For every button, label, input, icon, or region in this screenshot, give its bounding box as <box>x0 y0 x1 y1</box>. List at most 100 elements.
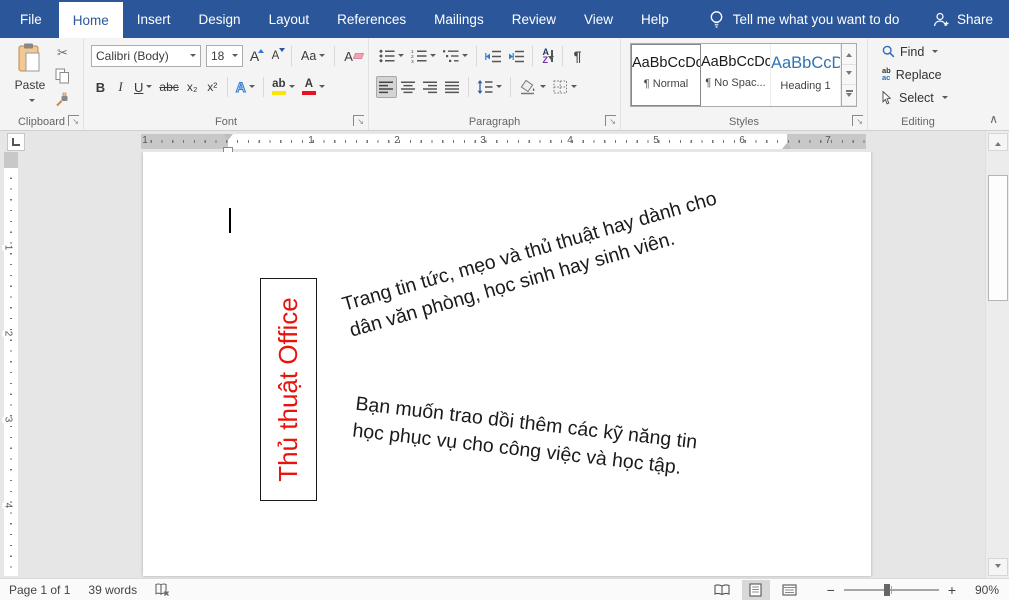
subscript-button[interactable]: x₂ <box>183 76 202 98</box>
styles-dialog-launcher[interactable]: ↘ <box>852 115 863 126</box>
line-spacing-icon <box>477 80 493 94</box>
cut-button[interactable]: ✂ <box>52 43 73 63</box>
font-size-combobox[interactable]: 18 <box>206 45 243 67</box>
collapse-ribbon-button[interactable]: ∧ <box>989 112 998 126</box>
strikethrough-button[interactable]: abc <box>156 76 181 98</box>
bullets-button[interactable] <box>376 45 407 67</box>
zoom-slider-thumb[interactable] <box>884 584 890 596</box>
styles-group: AaBbCcDc ¶ Normal AaBbCcDc ¶ No Spac... … <box>621 38 868 130</box>
styles-scroll-up-button[interactable] <box>842 44 856 65</box>
sort-button[interactable]: A Z <box>538 45 557 67</box>
horizontal-ruler[interactable]: 1 1 2 3 4 5 6 7 <box>141 134 866 149</box>
bold-button[interactable]: B <box>91 76 110 98</box>
rotated-paragraph-1[interactable]: Trang tin tức, mẹo và thủ thuật hay dành… <box>339 186 727 345</box>
decrease-indent-button[interactable] <box>482 45 504 67</box>
tab-stop-icon <box>12 138 20 146</box>
replace-button[interactable]: ab ac Replace <box>882 65 968 84</box>
tab-file[interactable]: File <box>3 0 59 38</box>
tab-insert[interactable]: Insert <box>123 0 185 38</box>
vertical-scrollbar[interactable] <box>985 131 1009 578</box>
shading-button[interactable] <box>516 76 549 98</box>
shading-dropdown-arrow <box>540 85 546 91</box>
document-page[interactable]: Thủ thuật Office Trang tin tức, mẹo và t… <box>143 152 871 576</box>
justify-button[interactable] <box>442 76 463 98</box>
zoom-in-button[interactable]: + <box>945 582 959 598</box>
find-button[interactable]: Find <box>882 42 968 61</box>
tab-view[interactable]: View <box>570 0 627 38</box>
line-spacing-dropdown-arrow <box>496 85 502 91</box>
select-button[interactable]: Select <box>882 88 968 107</box>
style-card-no-spacing[interactable]: AaBbCcDc ¶ No Spac... <box>701 44 771 106</box>
style-card-normal[interactable]: AaBbCcDc ¶ Normal <box>631 44 701 106</box>
font-name-combobox[interactable]: Calibri (Body) <box>91 45 201 67</box>
align-left-button[interactable] <box>376 76 397 98</box>
text-highlight-button[interactable]: ab <box>269 76 298 98</box>
zoom-level-label[interactable]: 90% <box>965 583 999 597</box>
paragraph-dialog-launcher[interactable]: ↘ <box>605 115 616 126</box>
vertical-text-box[interactable]: Thủ thuật Office <box>260 278 317 501</box>
read-mode-button[interactable] <box>708 580 736 600</box>
tab-layout[interactable]: Layout <box>255 0 324 38</box>
tab-references[interactable]: References <box>323 0 420 38</box>
paragraph-group-label: Paragraph <box>369 116 620 128</box>
editing-group: Find ab ac Replace Select Editing <box>868 38 968 130</box>
tab-mailings[interactable]: Mailings <box>420 0 498 38</box>
text-effects-button[interactable]: A <box>233 76 258 98</box>
print-layout-button[interactable] <box>742 580 770 600</box>
increase-indent-button[interactable] <box>505 45 527 67</box>
numbering-button[interactable]: 123 <box>408 45 439 67</box>
underline-button[interactable]: U <box>131 76 155 98</box>
styles-scroll-down-button[interactable] <box>842 65 856 86</box>
zoom-out-button[interactable]: − <box>824 582 838 598</box>
paste-clipboard-icon <box>16 43 44 75</box>
tab-review[interactable]: Review <box>498 0 570 38</box>
decrease-indent-icon <box>485 50 501 63</box>
styles-more-button[interactable] <box>842 85 856 106</box>
borders-button[interactable] <box>550 76 580 98</box>
share-button[interactable]: Share <box>933 0 993 38</box>
document-workspace: 1 2 3 4 Thủ thuật Office Trang tin tức, … <box>0 152 1009 578</box>
font-color-bar <box>302 91 316 95</box>
superscript-button[interactable]: x² <box>203 76 222 98</box>
tab-design[interactable]: Design <box>185 0 255 38</box>
tab-stop-selector-button[interactable] <box>7 133 25 151</box>
clipboard-dialog-launcher[interactable]: ↘ <box>68 115 79 126</box>
up-triangle-icon <box>258 46 264 53</box>
font-size-dropdown-arrow <box>232 54 238 60</box>
change-case-button[interactable]: Aa <box>298 45 328 67</box>
multilevel-list-button[interactable] <box>440 45 471 67</box>
scrollbar-down-button[interactable] <box>988 558 1008 576</box>
zoom-slider[interactable] <box>844 583 939 597</box>
tab-home[interactable]: Home <box>59 2 123 38</box>
shrink-font-button[interactable]: A <box>266 45 285 67</box>
italic-button[interactable]: I <box>111 76 130 98</box>
rotated-paragraph-2[interactable]: Bạn muốn trao dồi thêm các kỹ năng tin h… <box>351 391 699 484</box>
page-count-label[interactable]: Page 1 of 1 <box>0 583 79 597</box>
font-dialog-launcher[interactable]: ↘ <box>353 115 364 126</box>
tell-me-box[interactable]: Tell me what you want to do <box>709 0 900 38</box>
right-indent-marker[interactable] <box>782 138 792 149</box>
word-count-label[interactable]: 39 words <box>79 583 146 597</box>
align-center-button[interactable] <box>398 76 419 98</box>
first-line-indent-marker[interactable] <box>223 134 233 145</box>
format-painter-button[interactable] <box>52 89 73 109</box>
paste-button[interactable]: Paste <box>8 43 52 115</box>
copy-button[interactable] <box>52 66 73 86</box>
clear-formatting-button[interactable]: A <box>341 45 366 67</box>
select-label: Select <box>899 91 934 105</box>
line-spacing-button[interactable] <box>474 76 505 98</box>
scrollbar-thumb[interactable] <box>988 175 1008 301</box>
style-sample: AaBbCcDc <box>771 54 840 73</box>
tab-help[interactable]: Help <box>627 0 683 38</box>
font-color-button[interactable]: A <box>299 76 328 98</box>
align-right-button[interactable] <box>420 76 441 98</box>
vertical-ruler[interactable]: 1 2 3 4 <box>4 152 18 576</box>
show-hide-marks-button[interactable]: ¶ <box>568 45 587 67</box>
scrollbar-up-button[interactable] <box>988 133 1008 151</box>
web-layout-button[interactable] <box>776 580 804 600</box>
multilevel-list-icon <box>443 49 459 63</box>
style-card-heading1[interactable]: AaBbCcDc Heading 1 <box>771 44 841 106</box>
ruler-number: 5 <box>653 135 659 146</box>
grow-font-button[interactable]: A <box>245 45 264 67</box>
proofing-errors-button[interactable] <box>146 583 179 596</box>
